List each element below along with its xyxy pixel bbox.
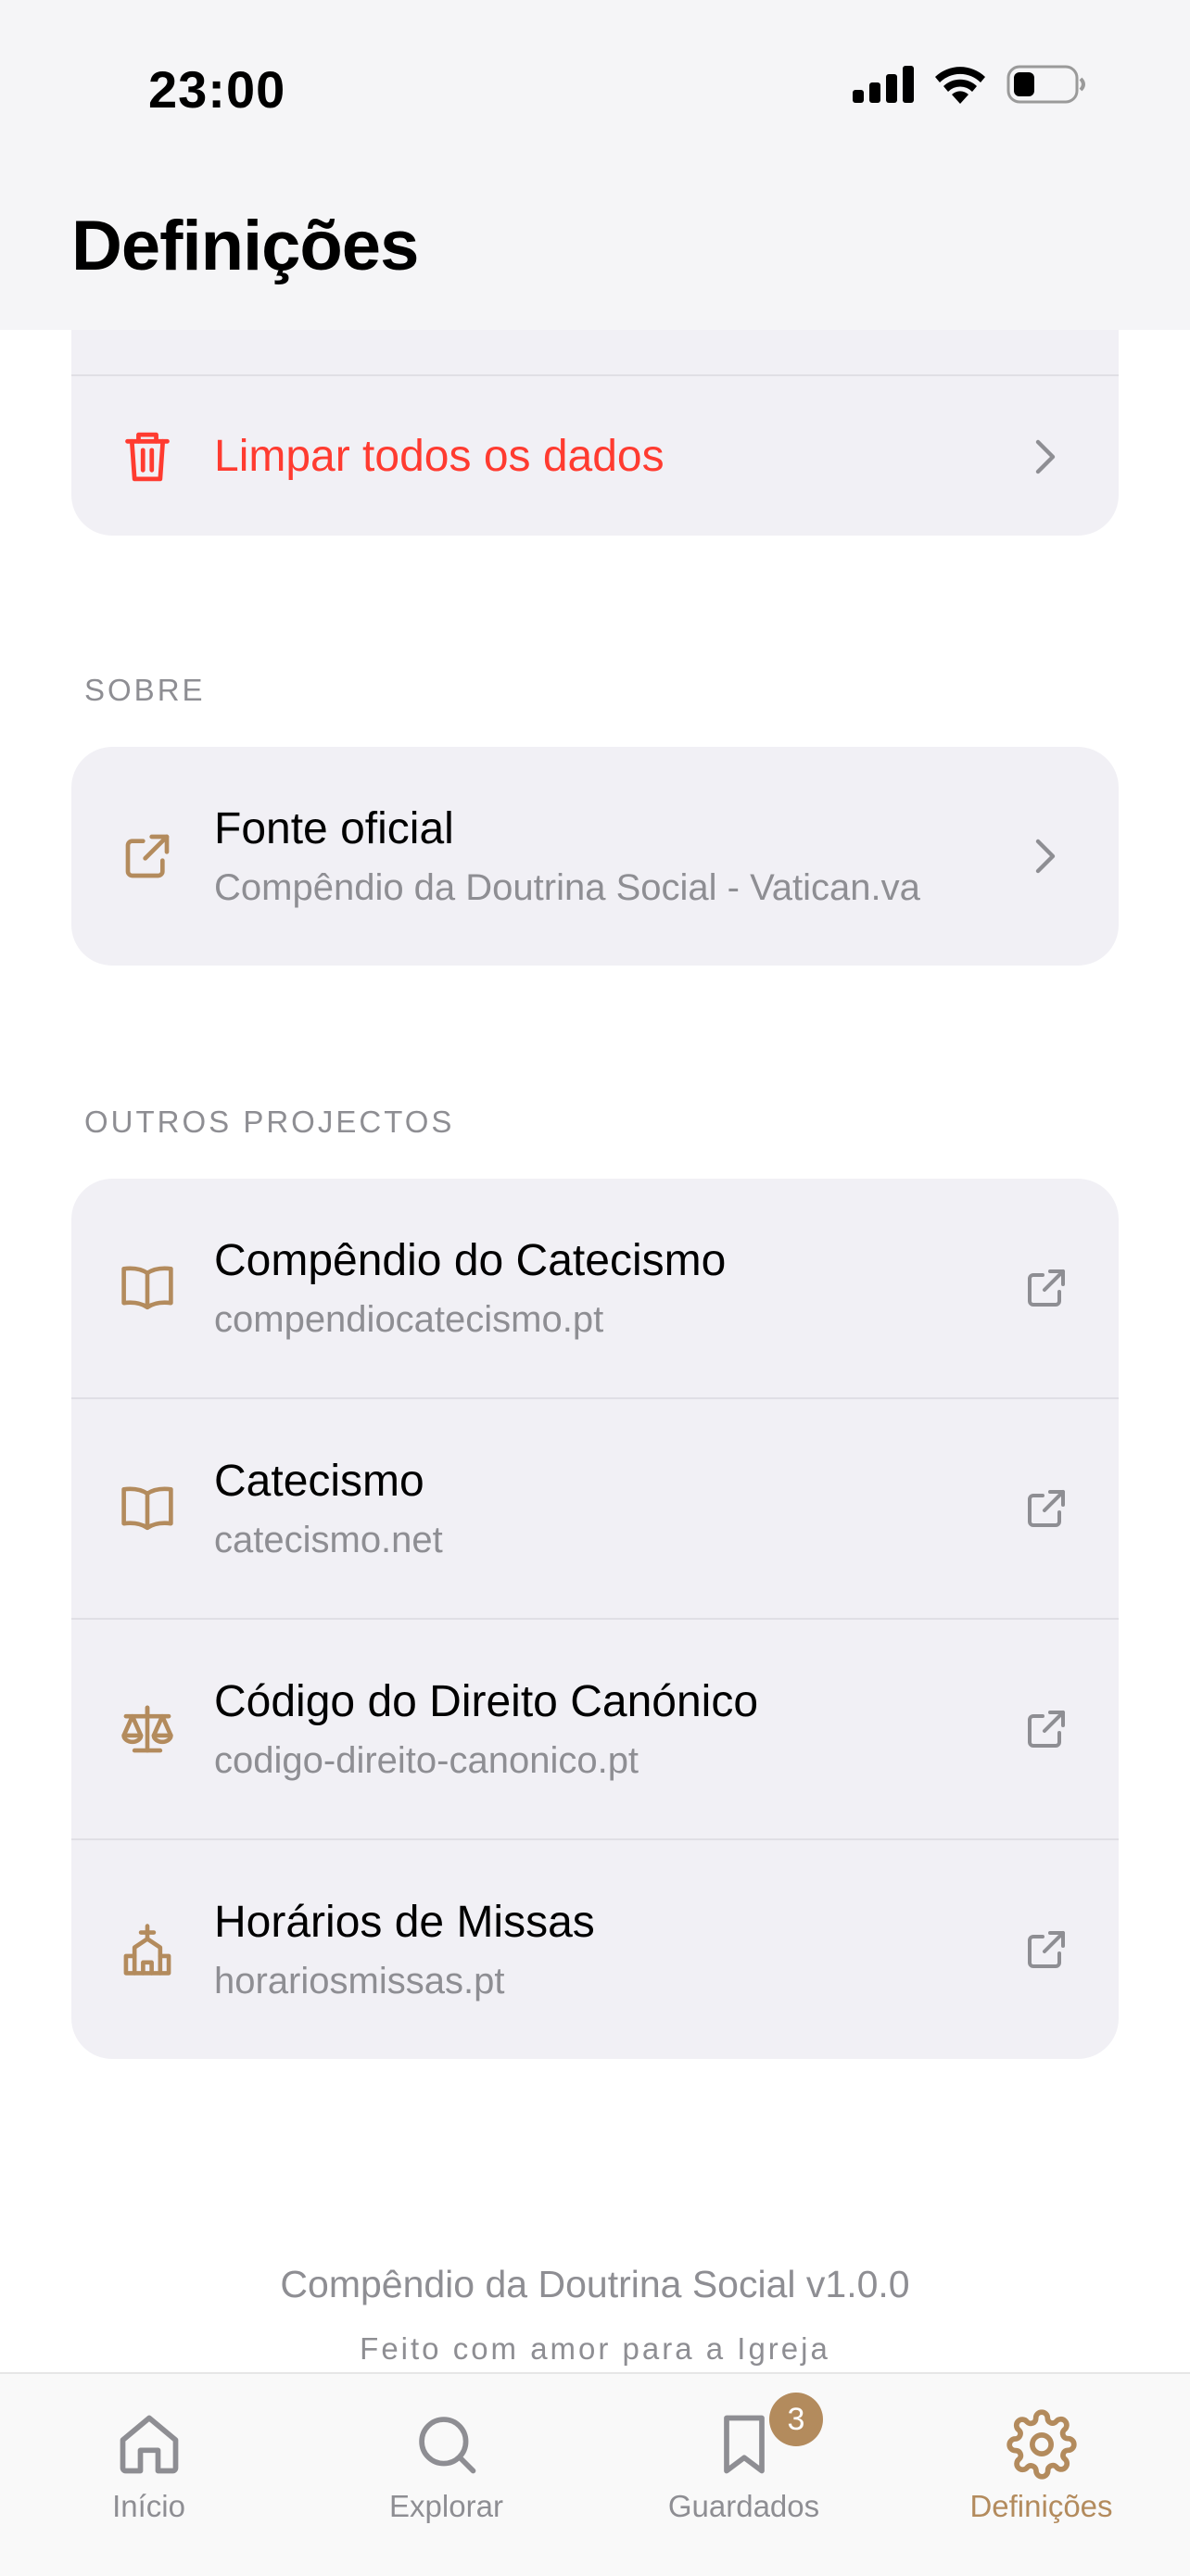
gear-icon (1006, 2409, 1077, 2480)
official-source-title: Fonte oficial (214, 804, 454, 854)
chevron-right-icon (1020, 431, 1072, 483)
project-url: horariosmissas.pt (214, 1960, 505, 2001)
clear-all-data-row[interactable]: Limpar todos os dados (71, 374, 1119, 536)
project-row-catecismo[interactable]: Catecismo catecismo.net (71, 1397, 1119, 1618)
saved-count-badge: 3 (769, 2393, 823, 2446)
project-title: Catecismo (214, 1457, 424, 1507)
external-link-icon (118, 827, 177, 886)
project-row-direito-canonico[interactable]: Código do Direito Canónico codigo-direit… (71, 1618, 1119, 1838)
tab-label: Explorar (389, 2489, 503, 2523)
tab-guardados[interactable]: 3 Guardados (595, 2374, 892, 2576)
external-link-icon (1020, 1483, 1072, 1534)
tab-inicio[interactable]: Início (0, 2374, 298, 2576)
tab-label: Guardados (667, 2489, 820, 2523)
external-link-icon (1020, 1262, 1072, 1314)
project-title: Código do Direito Canónico (214, 1677, 759, 1727)
project-title: Horários de Missas (214, 1898, 595, 1948)
project-title: Compêndio do Catecismo (214, 1236, 727, 1286)
church-icon (118, 1920, 177, 1979)
tab-bar: Início Explorar 3 Guardados Definições (0, 2372, 1190, 2576)
project-url: codigo-direito-canonico.pt (214, 1739, 639, 1781)
status-time: 23:00 (148, 60, 286, 119)
home-icon (120, 2415, 178, 2474)
section-label-other-projects: OUTROS PROJECTOS (84, 1105, 455, 1139)
tab-explorar[interactable]: Explorar (298, 2374, 595, 2576)
cellular-signal-icon (853, 66, 914, 103)
project-url: compendiocatecismo.pt (214, 1298, 604, 1340)
clear-all-data-label: Limpar todos os dados (214, 432, 665, 482)
project-row-horarios-missas[interactable]: Horários de Missas horariosmissas.pt (71, 1838, 1119, 2059)
tab-label: Definições (969, 2489, 1113, 2523)
search-icon (418, 2417, 475, 2474)
page-title: Definições (71, 207, 419, 285)
app-version: Compêndio da Doutrina Social v1.0.0 (280, 2263, 910, 2305)
external-link-icon (1020, 1924, 1072, 1976)
other-projects-card: Compêndio do Catecismo compendiocatecism… (71, 1179, 1119, 2059)
tab-label: Início (112, 2489, 185, 2523)
book-icon (118, 1479, 177, 1538)
official-source-subtitle: Compêndio da Doutrina Social - Vatican.v… (214, 866, 920, 908)
header: 23:00 Definições (0, 0, 1190, 330)
project-url: catecismo.net (214, 1519, 443, 1560)
book-icon (118, 1258, 177, 1318)
trash-icon (118, 427, 177, 486)
scale-icon (118, 1699, 177, 1759)
chevron-right-icon (1020, 830, 1072, 882)
tab-definicoes[interactable]: Definições (892, 2374, 1190, 2576)
footer-tagline: Feito com amor para a Igreja (360, 2331, 830, 2366)
battery-icon (1006, 65, 1085, 104)
section-label-about: SOBRE (84, 673, 206, 707)
wifi-icon (935, 67, 985, 104)
external-link-icon (1020, 1703, 1072, 1755)
project-row-compendio-catecismo[interactable]: Compêndio do Catecismo compendiocatecism… (71, 1179, 1119, 1397)
about-card: Fonte oficial Compêndio da Doutrina Soci… (71, 747, 1119, 966)
official-source-row[interactable]: Fonte oficial Compêndio da Doutrina Soci… (71, 747, 1119, 966)
status-icons (853, 65, 1086, 104)
